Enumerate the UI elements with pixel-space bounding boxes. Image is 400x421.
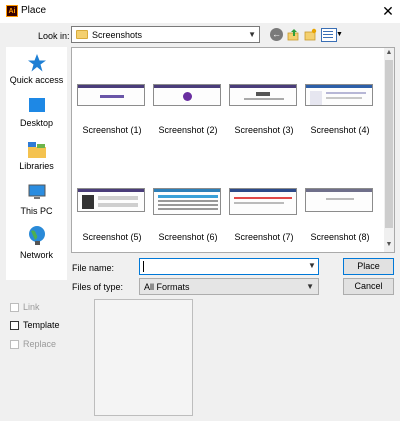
title-bar: Ai Place ✕ — [0, 0, 400, 23]
place-label: Network — [19, 250, 53, 260]
view-menu-icon[interactable] — [321, 28, 337, 42]
file-thumbnail[interactable] — [153, 84, 221, 106]
file-thumbnail[interactable] — [229, 84, 297, 106]
text-caret — [143, 261, 144, 272]
template-checkbox[interactable] — [10, 321, 19, 330]
file-thumbnail[interactable] — [305, 84, 373, 106]
file-label[interactable]: Screenshot (6) — [148, 232, 228, 243]
place-desktop[interactable]: Desktop — [6, 96, 67, 128]
close-icon[interactable]: ✕ — [380, 3, 396, 19]
look-in-label: Look in: — [38, 31, 70, 41]
file-label[interactable]: Screenshot (7) — [224, 232, 304, 243]
window-title: Place — [21, 5, 47, 16]
file-list[interactable]: Screenshot (1) Screenshot (2) Screenshot… — [71, 47, 395, 253]
file-thumbnail[interactable] — [77, 84, 145, 106]
file-thumbnail[interactable] — [305, 188, 373, 212]
chevron-down-icon: ▼ — [306, 282, 314, 291]
place-this-pc[interactable]: This PC — [6, 182, 67, 216]
places-bar: Quick access Desktop Libraries This PC N… — [6, 47, 67, 280]
chevron-down-icon: ▼ — [248, 30, 256, 39]
replace-label: Replace — [23, 339, 57, 349]
file-label[interactable]: Screenshot (5) — [72, 232, 152, 243]
place-network[interactable]: Network — [6, 225, 67, 260]
view-dropdown-arrow-icon[interactable]: ▼ — [336, 29, 343, 41]
file-label[interactable]: Screenshot (3) — [224, 125, 304, 136]
scroll-down-icon[interactable]: ▼ — [384, 240, 394, 250]
file-label[interactable]: Screenshot (8) — [300, 232, 380, 243]
replace-checkbox[interactable] — [10, 340, 19, 349]
computer-icon — [28, 184, 45, 199]
look-in-dropdown[interactable]: Screenshots ▼ — [71, 26, 260, 43]
file-thumbnail[interactable] — [153, 188, 221, 215]
file-label[interactable]: Screenshot (1) — [72, 125, 152, 136]
file-thumbnail[interactable] — [77, 188, 145, 212]
up-folder-icon[interactable] — [287, 28, 300, 41]
back-arrow-icon[interactable]: ← — [270, 28, 283, 41]
place-label: This PC — [20, 206, 53, 216]
file-label[interactable]: Screenshot (2) — [148, 125, 228, 136]
files-of-type-label: Files of type: — [72, 282, 124, 292]
place-label: Quick access — [9, 75, 64, 85]
file-thumbnail[interactable] — [229, 188, 297, 215]
scroll-up-icon[interactable]: ▲ — [384, 48, 394, 58]
files-of-type-select[interactable]: All Formats ▼ — [139, 278, 319, 295]
file-label[interactable]: Screenshot (4) — [300, 125, 380, 136]
place-button[interactable]: Place — [343, 258, 394, 275]
file-name-input[interactable] — [139, 258, 319, 275]
files-of-type-value: All Formats — [144, 282, 190, 292]
preview-pane — [94, 299, 193, 416]
chevron-down-icon[interactable]: ▼ — [308, 261, 316, 270]
cancel-button[interactable]: Cancel — [343, 278, 394, 295]
place-quick-access[interactable]: Quick access — [6, 53, 67, 85]
file-list-scrollbar[interactable]: ▲ ▼ — [384, 48, 394, 252]
scroll-thumb[interactable] — [385, 60, 393, 228]
star-icon — [27, 54, 46, 72]
network-icon — [28, 226, 45, 245]
folder-icon — [76, 30, 88, 39]
place-label: Desktop — [19, 118, 54, 128]
place-label: Libraries — [19, 161, 54, 171]
illustrator-app-icon: Ai — [6, 5, 18, 17]
link-label: Link — [23, 302, 40, 312]
new-folder-icon[interactable] — [304, 28, 317, 41]
look-in-value: Screenshots — [92, 30, 143, 40]
template-label: Template — [23, 320, 60, 330]
libraries-icon — [27, 142, 46, 158]
desktop-icon — [28, 98, 45, 112]
place-libraries[interactable]: Libraries — [6, 139, 67, 171]
file-name-label: File name: — [72, 263, 115, 273]
link-checkbox[interactable] — [10, 303, 19, 312]
